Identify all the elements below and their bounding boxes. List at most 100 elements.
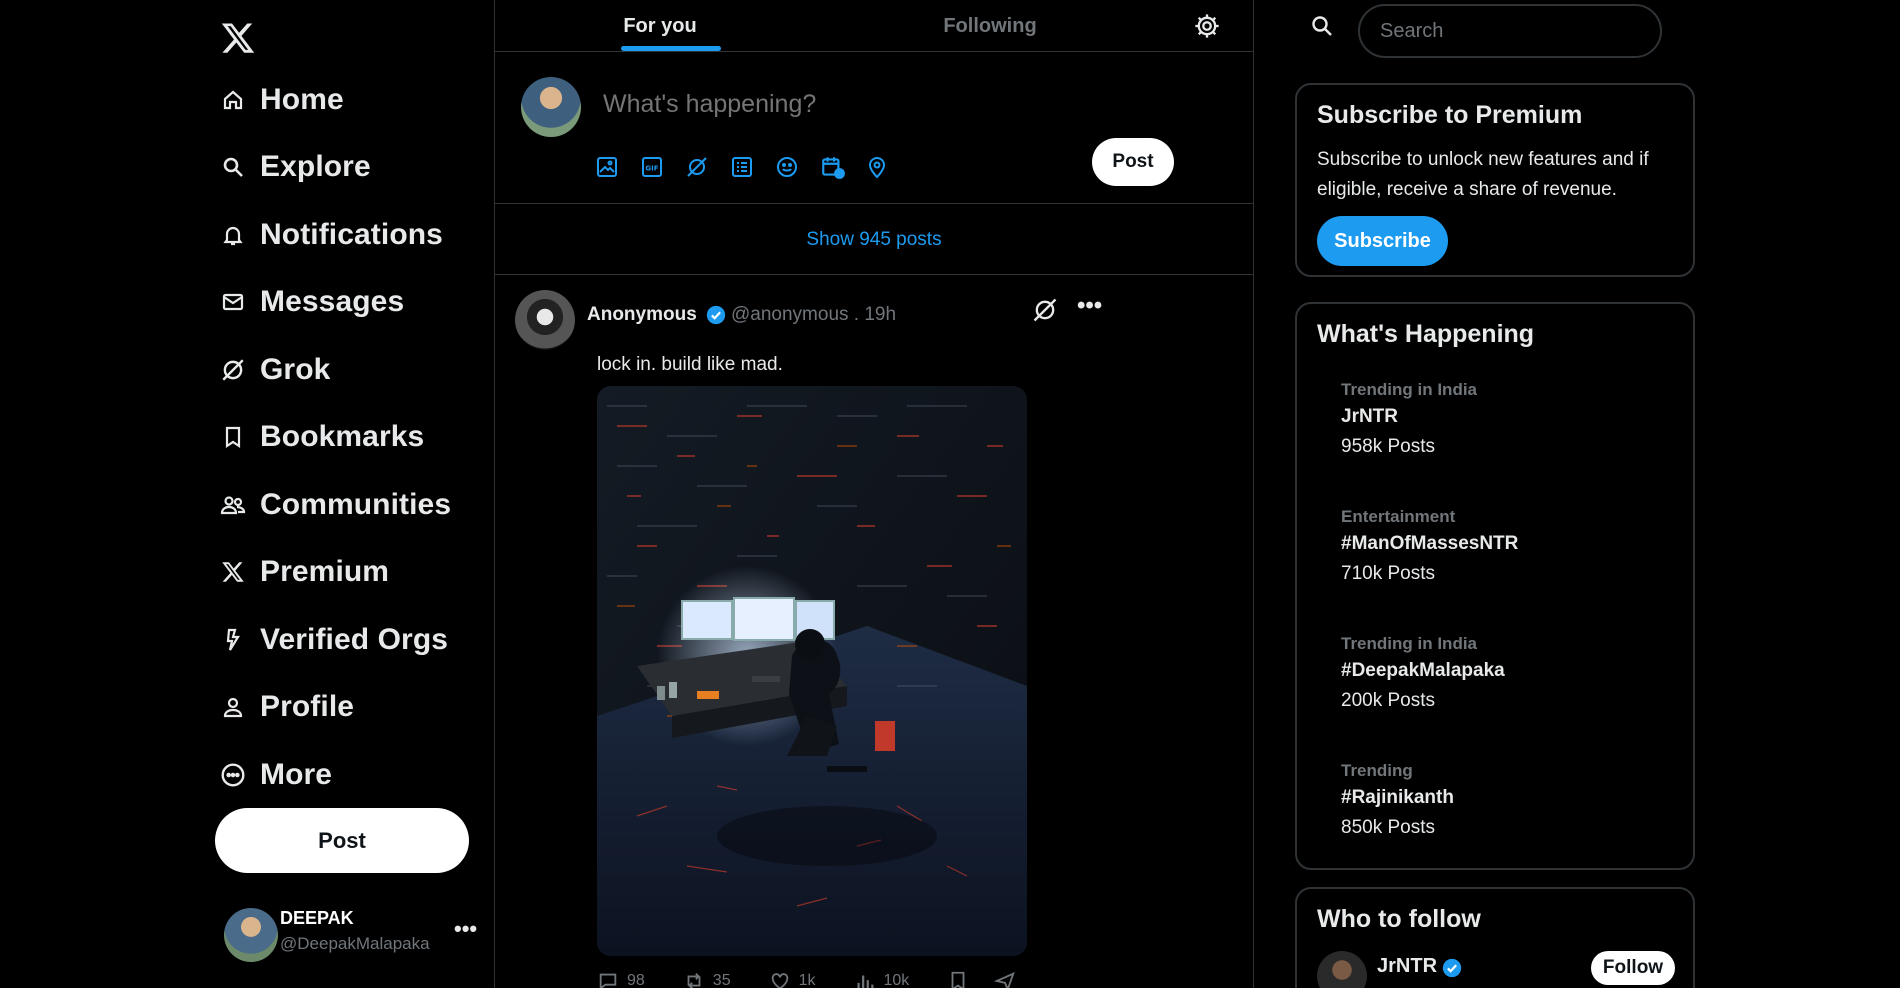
- more-icon[interactable]: •••: [454, 916, 477, 942]
- app-root: Home Explore Notifications Messages Grok…: [0, 0, 1900, 988]
- tweet[interactable]: Anonymous @anonymous . 19h ••• lock in. …: [495, 276, 1253, 988]
- sidebar-post-button[interactable]: Post: [215, 808, 469, 873]
- nav-verified-orgs[interactable]: Verified Orgs: [220, 606, 451, 674]
- repost-button[interactable]: 35: [683, 970, 731, 988]
- compose-input[interactable]: [603, 90, 1163, 119]
- envelope-icon: [220, 289, 246, 315]
- nav-label: Bookmarks: [260, 420, 425, 454]
- search-icon: [1310, 14, 1336, 40]
- trend-context: Trending in India: [1341, 380, 1477, 399]
- avatar[interactable]: [515, 290, 575, 350]
- main-feed: For you Following GIF Post: [494, 0, 1254, 988]
- poll-icon[interactable]: [730, 152, 775, 182]
- nav-label: Verified Orgs: [260, 622, 449, 656]
- nav-grok[interactable]: Grok: [220, 336, 451, 404]
- nav-label: Grok: [260, 352, 331, 386]
- avatar: [224, 908, 278, 962]
- nav-explore[interactable]: Explore: [220, 134, 451, 202]
- nav-messages[interactable]: Messages: [220, 269, 451, 337]
- nav-premium[interactable]: Premium: [220, 539, 451, 607]
- tab-label: For you: [623, 14, 697, 37]
- follow-button[interactable]: Follow: [1591, 951, 1675, 985]
- account-handle: @DeepakMalapaka: [280, 934, 430, 953]
- tweet-author[interactable]: Anonymous: [587, 304, 697, 326]
- nav-profile[interactable]: Profile: [220, 674, 451, 742]
- tab-following[interactable]: Following: [825, 0, 1155, 52]
- primary-nav: Home Explore Notifications Messages Grok…: [220, 66, 451, 809]
- who-to-follow-title: Who to follow: [1317, 905, 1481, 933]
- avatar: [521, 77, 581, 137]
- grok-icon[interactable]: [685, 152, 730, 182]
- nav-label: Notifications: [260, 217, 443, 251]
- trend-topic: #ManOfMassesNTR: [1341, 533, 1519, 554]
- nav-bookmarks[interactable]: Bookmarks: [220, 404, 451, 472]
- views-count: 10k: [883, 972, 910, 988]
- trend-item[interactable]: Trending in India JrNTR 958k Posts: [1341, 380, 1671, 490]
- share-button[interactable]: [993, 970, 1025, 988]
- repost-count: 35: [712, 972, 731, 988]
- trend-topic: #Rajinikanth: [1341, 787, 1454, 808]
- trend-item[interactable]: Trending in India #DeepakMalapaka 200k P…: [1341, 634, 1671, 744]
- show-new-posts-link[interactable]: Show 945 posts: [495, 205, 1253, 275]
- account-switcher[interactable]: DEEPAK @DeepakMalapaka •••: [224, 902, 484, 962]
- nav-label: Home: [260, 82, 344, 116]
- tab-for-you[interactable]: For you: [495, 0, 825, 52]
- nav-label: Communities: [260, 487, 452, 521]
- location-icon[interactable]: [865, 152, 910, 182]
- nav-label: More: [260, 757, 333, 791]
- composer-toolbar: GIF: [595, 152, 910, 182]
- premium-description: Subscribe to unlock new features and if …: [1317, 149, 1649, 200]
- bookmark-icon: [951, 971, 965, 988]
- nav-notifications[interactable]: Notifications: [220, 201, 451, 269]
- nav-home[interactable]: Home: [220, 66, 451, 134]
- nav-label: Explore: [260, 150, 371, 184]
- verified-badge-icon: [1441, 957, 1463, 979]
- schedule-icon[interactable]: [820, 152, 865, 182]
- nav-label: Premium: [260, 555, 390, 589]
- more-icon[interactable]: •••: [1077, 292, 1102, 320]
- trend-item[interactable]: Entertainment #ManOfMassesNTR 710k Posts: [1341, 507, 1671, 617]
- reply-count: 98: [627, 972, 645, 988]
- reply-button[interactable]: 98: [597, 970, 645, 988]
- bell-icon: [220, 222, 246, 248]
- tweet-image[interactable]: [597, 386, 1027, 956]
- left-sidebar: Home Explore Notifications Messages Grok…: [210, 0, 495, 988]
- search-input[interactable]: [1358, 4, 1662, 58]
- like-count: 1k: [798, 972, 816, 988]
- trends-title: What's Happening: [1317, 320, 1535, 348]
- account-name: DEEPAK: [280, 908, 354, 928]
- trend-context: Entertainment: [1341, 507, 1456, 526]
- like-button[interactable]: 1k: [769, 970, 816, 988]
- compose-post-button[interactable]: Post: [1092, 138, 1174, 186]
- image-icon[interactable]: [595, 152, 640, 182]
- trend-topic: JrNTR: [1341, 406, 1399, 427]
- tweet-image-art: [597, 386, 1027, 956]
- premium-card: Subscribe to Premium Subscribe to unlock…: [1295, 83, 1695, 277]
- suggested-account-name[interactable]: JrNTR: [1377, 955, 1437, 978]
- premium-title: Subscribe to Premium: [1317, 101, 1583, 129]
- avatar[interactable]: [1317, 951, 1367, 988]
- nav-more[interactable]: More: [220, 741, 451, 809]
- verified-badge-icon: [705, 304, 727, 326]
- bookmark-button[interactable]: [947, 970, 977, 988]
- gear-icon[interactable]: [1193, 12, 1221, 40]
- emoji-icon[interactable]: [775, 152, 820, 182]
- grok-icon: [220, 357, 246, 383]
- tweet-text: lock in. build like mad.: [597, 354, 783, 375]
- bookmark-icon: [220, 424, 246, 450]
- heart-icon: [771, 973, 788, 988]
- feed-tabs: For you Following: [495, 0, 1253, 52]
- x-logo-icon[interactable]: [220, 20, 256, 56]
- trend-item[interactable]: Trending #Rajinikanth 850k Posts: [1341, 761, 1671, 871]
- nav-label: Messages: [260, 285, 405, 319]
- search-icon: [220, 154, 246, 180]
- gif-icon[interactable]: GIF: [640, 152, 685, 182]
- right-sidebar: Subscribe to Premium Subscribe to unlock…: [1294, 0, 1695, 988]
- subscribe-button[interactable]: Subscribe: [1317, 216, 1448, 266]
- person-icon: [220, 694, 246, 720]
- nav-communities[interactable]: Communities: [220, 471, 451, 539]
- tweet-composer: GIF Post: [495, 52, 1253, 204]
- views-button[interactable]: 10k: [854, 970, 910, 988]
- grok-icon[interactable]: [1031, 296, 1061, 326]
- trend-context: Trending: [1341, 761, 1413, 780]
